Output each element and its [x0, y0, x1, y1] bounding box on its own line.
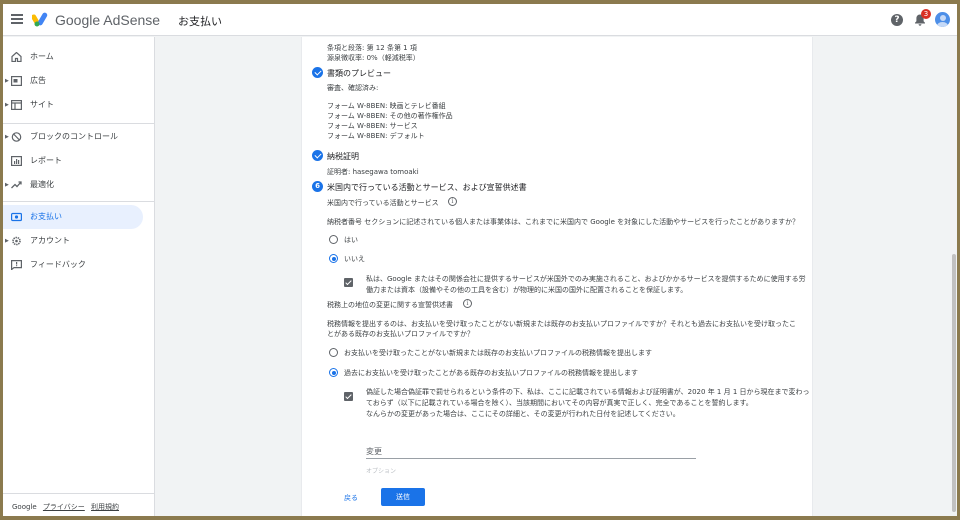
status-change-heading: 税務上の地位の変更に関する宣誓供述書	[327, 301, 453, 309]
radio-new-profile[interactable]	[329, 348, 338, 357]
us-activities-heading: 米国内で行っている活動とサービス	[327, 199, 439, 207]
affidavit1-text: 私は、Google またはその関係会社に提供するサービスが米国外でのみ実施される…	[366, 275, 806, 283]
affidavit2-text: なんらかの変更があった場合は、ここにその詳細と、その変更が行われた日付を記述して…	[366, 410, 680, 418]
doc-review-status: 審査、確認済み:	[327, 84, 379, 92]
sidebar-item-payments[interactable]: お支払い	[3, 205, 143, 229]
form-line: フォーム W-8BEN: デフォルト	[327, 132, 425, 140]
affidavit1-text: 働力または資本（設備やその他の工具を含む）が物理的に米国の国外に配置されることを…	[366, 286, 688, 294]
step-complete-icon	[312, 67, 323, 78]
feedback-icon	[11, 260, 22, 270]
help-icon[interactable]: ?	[891, 14, 903, 26]
info-icon[interactable]: i	[463, 299, 472, 308]
page-title: お支払い	[178, 15, 222, 28]
reports-icon	[11, 156, 22, 166]
form-line: フォーム W-8BEN: その他の著作権作品	[327, 112, 453, 120]
sidebar-divider	[3, 201, 155, 202]
form-line: フォーム W-8BEN: サービス	[327, 122, 418, 130]
sidebar-item-optimize[interactable]: ▶ 最適化	[3, 173, 143, 197]
sidebar-footer-divider	[3, 493, 155, 494]
affidavit1-checkbox[interactable]	[344, 278, 353, 287]
sidebar-item-sites[interactable]: ▶ サイト	[3, 93, 143, 117]
doc-preview-title[interactable]: 書類のプレビュー	[327, 68, 391, 79]
footer-brand: Google	[12, 503, 37, 511]
affidavit2-checkbox[interactable]	[344, 392, 353, 401]
ads-icon	[11, 76, 22, 86]
radio-new-profile-label: お支払いを受け取ったことがない新規または既存のお支払いプロファイルの税務情報を提…	[344, 349, 652, 357]
top-app-bar: Google AdSense お支払い ? 3	[3, 4, 957, 36]
avatar[interactable]	[935, 12, 950, 27]
change-field-helper: オプション	[366, 468, 397, 475]
radio-yes[interactable]	[329, 235, 338, 244]
adsense-logo-icon	[32, 12, 48, 27]
sidebar-item-feedback[interactable]: フィードバック	[3, 253, 143, 277]
sidebar-item-ads[interactable]: ▶ 広告	[3, 69, 143, 93]
expand-arrow-icon: ▶	[5, 78, 9, 84]
change-field-label: 変更	[366, 447, 382, 456]
step6-title: 米国内で行っている活動とサービス、および宣誓供述書	[327, 183, 527, 192]
expand-arrow-icon: ▶	[5, 182, 9, 188]
expand-arrow-icon: ▶	[5, 238, 9, 244]
tax-cert-title[interactable]: 納税証明	[327, 151, 359, 162]
privacy-link[interactable]: プライバシー	[43, 503, 85, 511]
step-number-badge: 6	[312, 181, 323, 192]
change-field[interactable]	[366, 458, 696, 459]
radio-no[interactable]	[329, 254, 338, 263]
expand-arrow-icon: ▶	[5, 102, 9, 108]
app-brand: Google AdSense	[55, 12, 161, 28]
sidebar-item-home[interactable]: ホーム	[3, 45, 143, 69]
affidavit2-text: 偽証した場合偽証罪で罰せられるという条件の下、私は、ここに記載されている情報およ…	[366, 388, 810, 396]
sidebar-item-account[interactable]: ▶ アカウント	[3, 229, 143, 253]
sidebar-footer: Google プライバシー 利用規約	[12, 502, 119, 512]
radio-no-label: いいえ	[344, 255, 365, 263]
notification-badge: 3	[921, 9, 931, 19]
sidebar-item-block-controls[interactable]: ▶ ブロックのコントロール	[3, 125, 143, 149]
radio-yes-label: はい	[344, 236, 358, 244]
menu-icon[interactable]	[11, 14, 23, 24]
form-line: フォーム W-8BEN: 映画とテレビ番組	[327, 102, 446, 110]
sidebar-item-reports[interactable]: レポート	[3, 149, 143, 173]
status-change-question: 税務情報を提出するのは、お支払いを受け取ったことがない新規または既存のお支払いプ…	[327, 320, 796, 328]
treaty-article: 条項と段落: 第 12 条第 1 項	[327, 44, 417, 52]
payments-icon	[11, 212, 22, 222]
tax-info-form: 条項と段落: 第 12 条第 1 項 源泉徴収率: 0%（軽減税率） 書類のプレ…	[301, 37, 813, 516]
info-icon[interactable]: i	[448, 197, 457, 206]
sidebar-divider	[3, 123, 155, 124]
sidebar: ホーム ▶ 広告 ▶ サイト ▶ ブロックのコントロール レポート ▶ 最適化	[3, 37, 155, 516]
back-button[interactable]: 戻る	[344, 493, 358, 503]
gear-icon	[12, 236, 21, 246]
terms-link[interactable]: 利用規約	[91, 503, 119, 511]
optimize-icon	[11, 181, 22, 189]
block-icon	[11, 132, 22, 142]
expand-arrow-icon: ▶	[5, 134, 9, 140]
affidavit2-text: ておらず（以下に記載されている場合を除く）、当該期間においてその内容が真実で正し…	[366, 399, 753, 407]
status-change-question: とがある既存のお支払いプロファイルですか？	[327, 330, 474, 338]
step-complete-icon	[312, 150, 323, 161]
us-activities-question: 納税者番号 セクションに記述されている個人または事業体は、これまでに米国内で G…	[327, 218, 800, 226]
radio-existing-profile[interactable]	[329, 368, 338, 377]
withholding-rate: 源泉徴収率: 0%（軽減税率）	[327, 54, 420, 62]
sites-icon	[11, 100, 22, 110]
submit-button[interactable]: 送信	[381, 488, 425, 506]
tax-cert-signer: 証明者: hasegawa tomoaki	[327, 168, 419, 176]
radio-existing-profile-label: 過去にお支払いを受け取ったことがある既存のお支払いプロファイルの税務情報を提出し…	[344, 369, 638, 377]
scrollbar-thumb[interactable]	[952, 254, 956, 512]
home-icon	[11, 52, 22, 62]
adsense-app: Google AdSense お支払い ? 3 ホーム ▶ 広告 ▶ サイト ▶	[3, 4, 957, 516]
